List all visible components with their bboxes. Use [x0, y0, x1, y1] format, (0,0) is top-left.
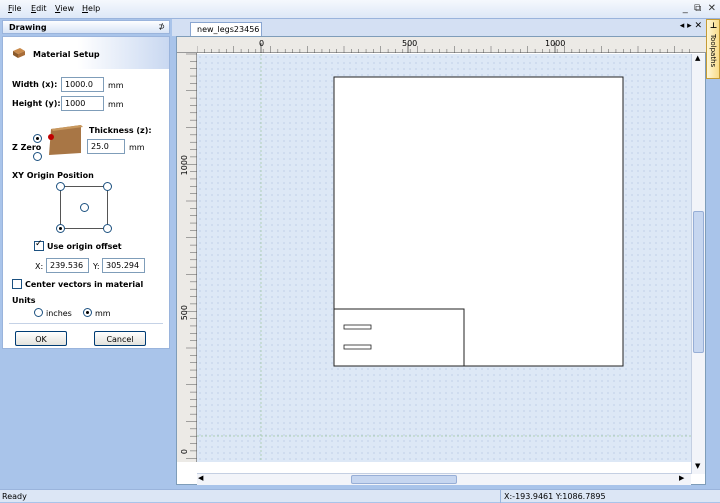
workspace[interactable] [197, 54, 691, 462]
width-label: Width (x): [12, 80, 58, 89]
ruler-top-label-0: 0 [259, 39, 265, 48]
origin-top-right[interactable] [103, 182, 112, 191]
ruler-left-label-0: 0 [180, 449, 189, 455]
offset-x-input[interactable] [46, 258, 89, 273]
scroll-right-icon[interactable]: ▶ [679, 474, 684, 482]
menu-edit[interactable]: Edit [31, 4, 47, 13]
window-controls[interactable]: _ ⧉ ✕ [683, 3, 716, 14]
scroll-down-icon[interactable]: ▼ [695, 462, 700, 470]
height-input[interactable] [61, 96, 104, 111]
cancel-button[interactable]: Cancel [94, 331, 146, 346]
menubar: File Edit View Help _ ⧉ ✕ [0, 0, 720, 19]
scroll-up-icon[interactable]: ▲ [695, 54, 700, 62]
offset-y-input[interactable] [102, 258, 145, 273]
panel-title-bar: Drawing ⊅ [2, 20, 170, 34]
units-inches-label: inches [46, 309, 72, 318]
center-vectors-label: Center vectors in material [25, 280, 144, 289]
zzero-top-radio[interactable] [33, 134, 42, 143]
menu-view[interactable]: View [55, 4, 74, 13]
center-vectors-checkbox[interactable] [12, 279, 22, 289]
toolpaths-label: Toolpaths [709, 34, 717, 68]
width-unit: mm [108, 81, 124, 90]
origin-bottom-left[interactable] [56, 224, 65, 233]
drawing-canvas: 0 500 1000 1000 500 0 ▲ ▼ ◀ ▶ [176, 36, 707, 485]
material-icon [13, 48, 25, 58]
material-setup-title: Material Setup [33, 50, 100, 59]
height-unit: mm [108, 100, 124, 109]
divider [9, 323, 163, 324]
units-inches-radio[interactable] [34, 308, 43, 317]
zzero-label: Z Zero [12, 143, 42, 152]
horizontal-scroll-thumb[interactable] [351, 475, 457, 484]
menu-file[interactable]: File [8, 4, 21, 13]
ruler-horizontal: 0 500 1000 [177, 37, 707, 53]
units-mm-radio[interactable] [83, 308, 92, 317]
status-bar: Ready X:-193.9461 Y:1086.7895 [0, 489, 720, 503]
material-block-icon [48, 125, 83, 155]
status-divider [500, 490, 501, 503]
scroll-left-icon[interactable]: ◀ [198, 474, 203, 482]
origin-bottom-right[interactable] [103, 224, 112, 233]
use-origin-offset-checkbox[interactable] [34, 239, 44, 251]
units-mm-label: mm [95, 309, 111, 318]
thickness-input[interactable] [87, 139, 125, 154]
cursor-coordinates: X:-193.9461 Y:1086.7895 [504, 492, 606, 501]
ruler-top-label-1000: 1000 [545, 39, 566, 48]
ruler-left-label-1000: 1000 [180, 155, 189, 176]
menu-help[interactable]: Help [82, 4, 100, 13]
thickness-label: Thickness (z): [89, 126, 152, 135]
tab-document[interactable]: new_legs23456 [190, 22, 262, 36]
offset-y-label: Y: [93, 262, 100, 271]
material-setup-panel: Material Setup Width (x): mm Height (y):… [2, 36, 170, 349]
pin-icon: ⊥ [710, 21, 718, 30]
material-sheet[interactable] [333, 76, 624, 367]
units-heading: Units [12, 296, 36, 305]
height-label: Height (y): [12, 99, 61, 108]
ruler-left-label-500: 500 [180, 305, 189, 321]
origin-top-left[interactable] [56, 182, 65, 191]
status-ready: Ready [2, 492, 27, 501]
zzero-bottom-radio[interactable] [33, 152, 42, 161]
material-setup-header: Material Setup [3, 37, 169, 69]
vertical-scrollbar[interactable]: ▲ ▼ [691, 54, 705, 474]
use-origin-offset-label: Use origin offset [47, 242, 122, 251]
origin-center[interactable] [80, 203, 89, 212]
document-tabstrip: new_legs23456 ◂ ▸ ✕ [172, 19, 706, 36]
toolpaths-tab[interactable]: ⊥ Toolpaths [706, 19, 720, 79]
ok-button[interactable]: OK [15, 331, 67, 346]
horizontal-scrollbar[interactable]: ◀ ▶ [197, 473, 691, 485]
ruler-vertical: 1000 500 0 [177, 53, 197, 462]
panel-title: Drawing [9, 23, 47, 32]
origin-heading: XY Origin Position [12, 171, 94, 180]
drawing-layer [197, 54, 691, 462]
vertical-scroll-thumb[interactable] [693, 211, 704, 353]
offset-x-label: X: [35, 262, 44, 271]
width-input[interactable] [61, 77, 104, 92]
thickness-unit: mm [129, 143, 145, 152]
ruler-top-label-500: 500 [402, 39, 418, 48]
pin-icon[interactable]: ⊅ [158, 22, 165, 31]
tab-controls[interactable]: ◂ ▸ ✕ [680, 21, 702, 31]
